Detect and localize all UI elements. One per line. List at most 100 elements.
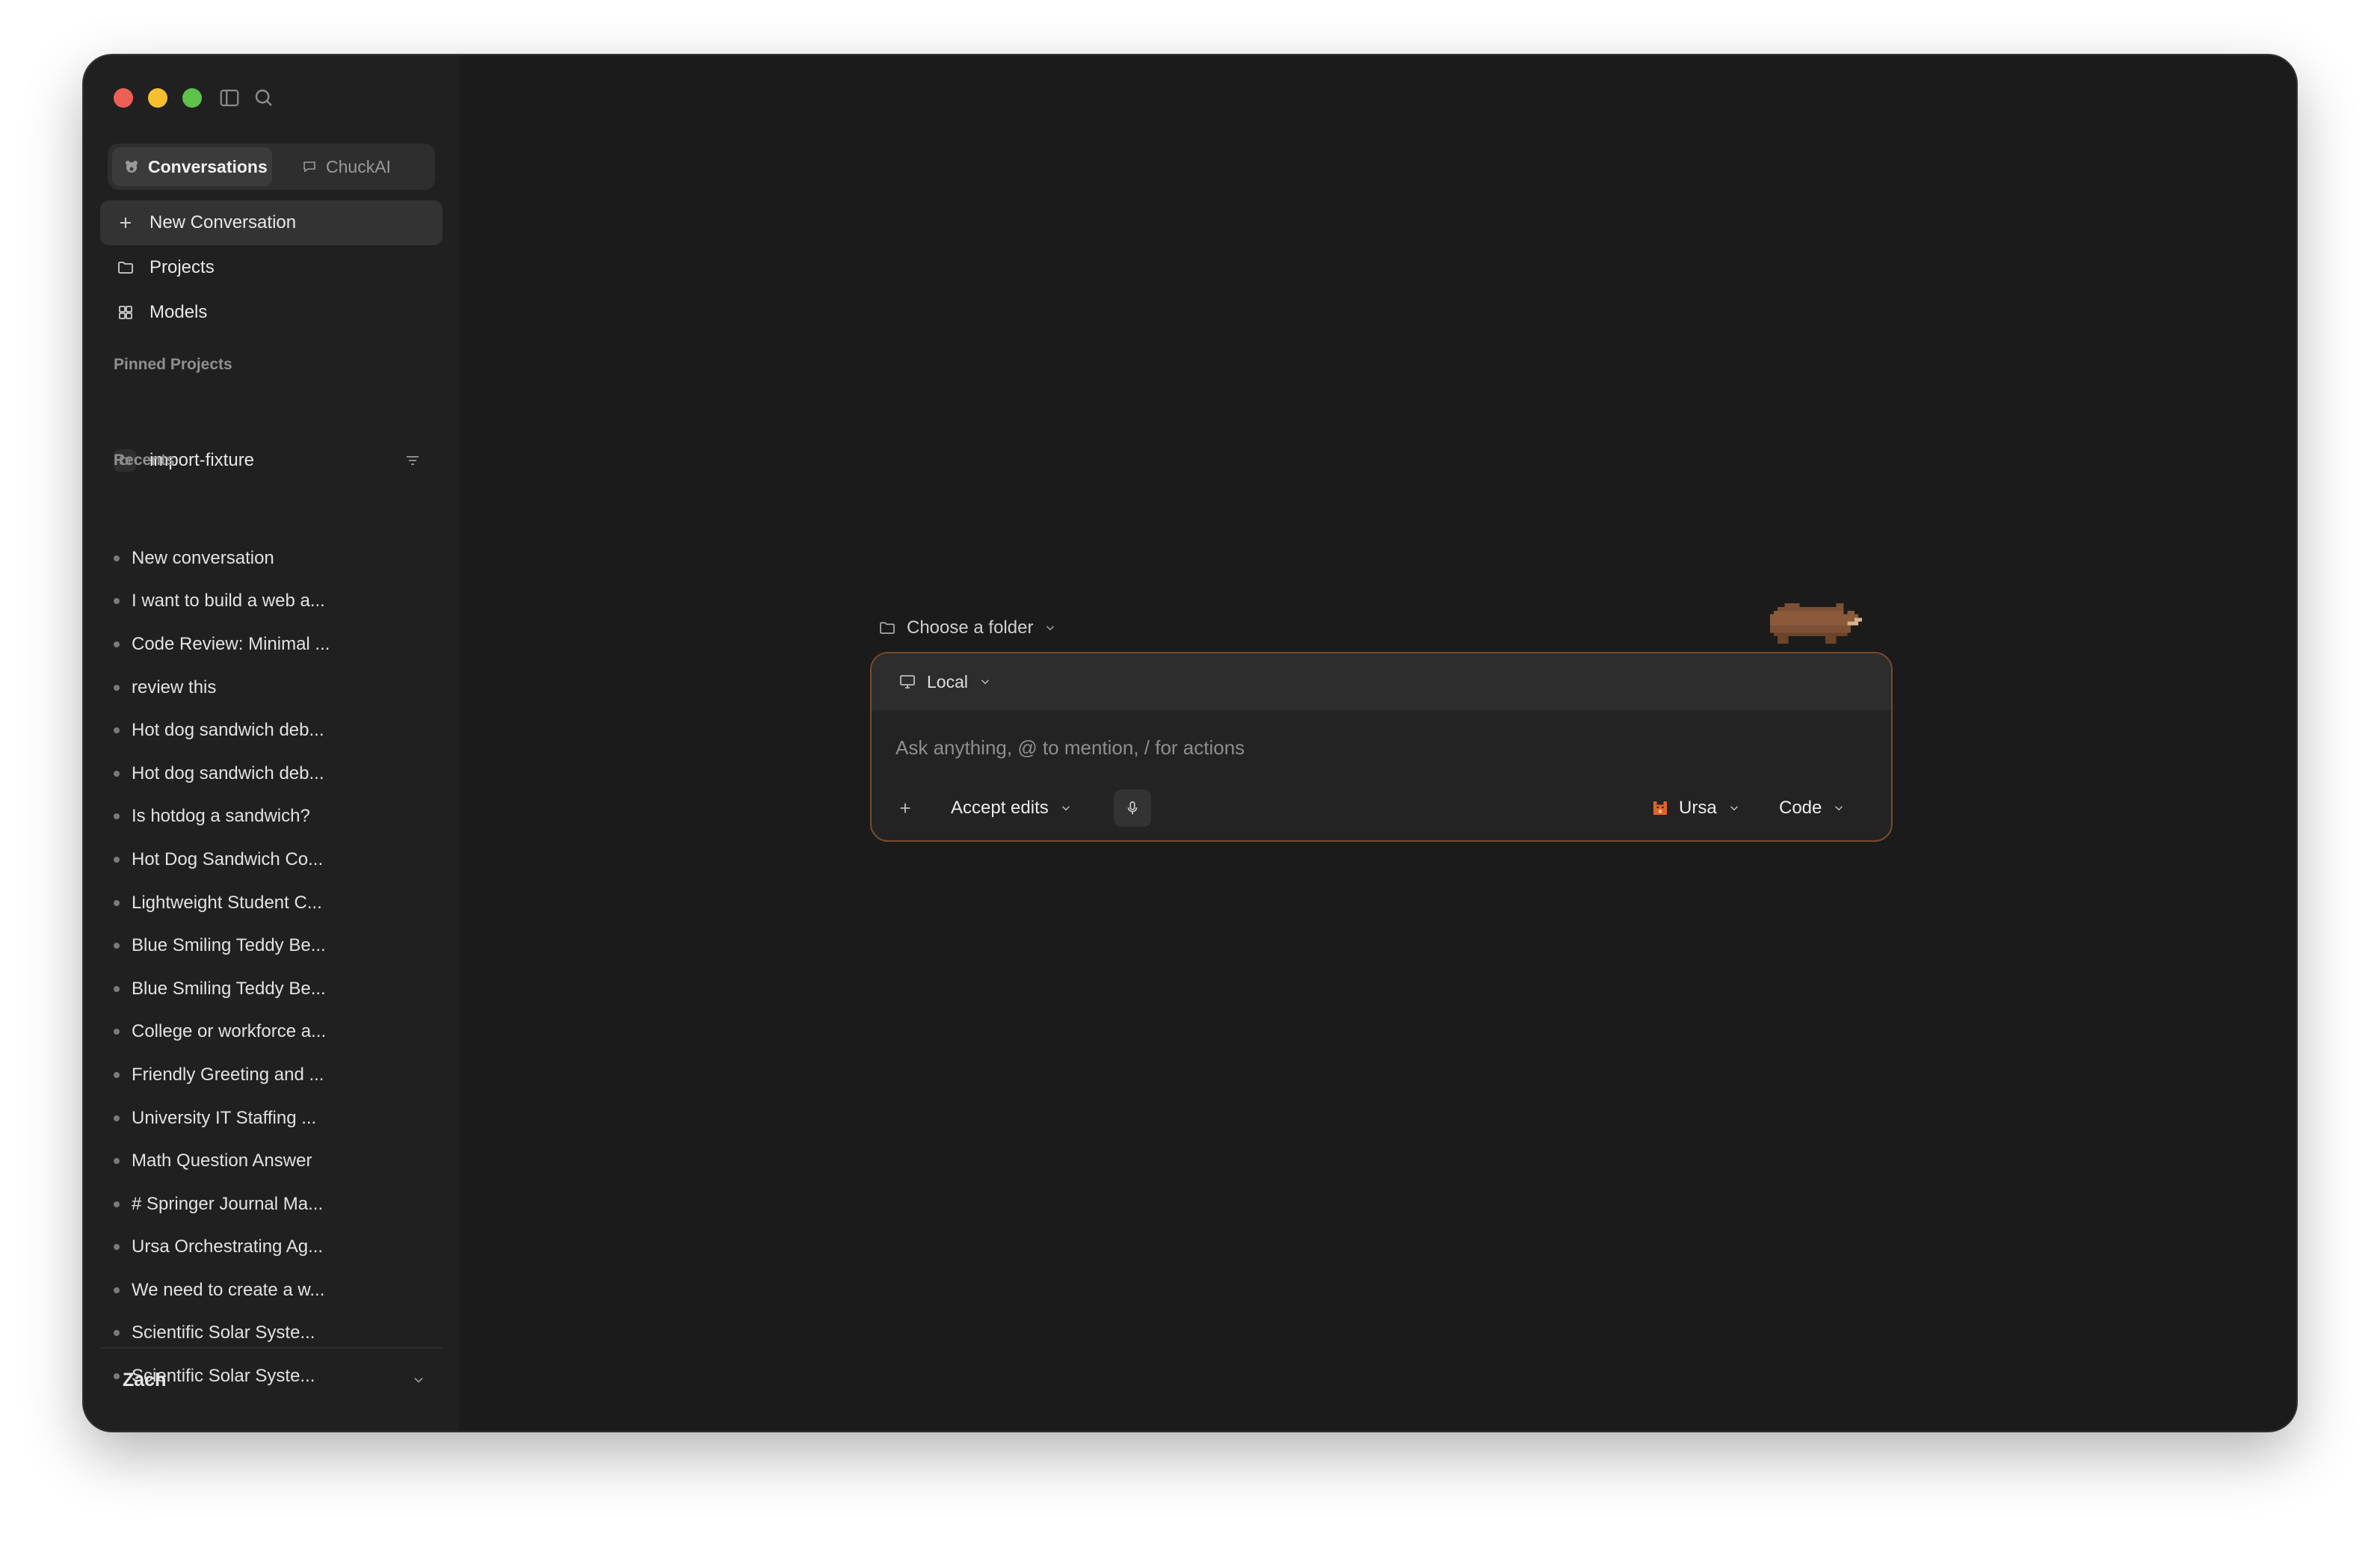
list-item[interactable]: Blue Smiling Teddy Be... bbox=[114, 967, 443, 1011]
grid-icon bbox=[119, 306, 132, 319]
recent-title: # Springer Journal Ma... bbox=[132, 1193, 324, 1214]
recent-title: New conversation bbox=[132, 547, 274, 568]
bullet-icon bbox=[114, 598, 120, 605]
list-item[interactable]: College or workforce a... bbox=[114, 1011, 443, 1054]
recent-title: We need to create a w... bbox=[132, 1279, 325, 1300]
list-item[interactable]: Code Review: Minimal ... bbox=[114, 623, 443, 666]
bullet-icon bbox=[114, 1029, 120, 1035]
chevron-down-icon bbox=[414, 1377, 423, 1383]
plus-icon bbox=[900, 803, 910, 813]
recent-title: Hot Dog Sandwich Co... bbox=[132, 849, 324, 869]
sidebar-toggle-icon[interactable] bbox=[218, 87, 241, 109]
list-item[interactable]: New conversation bbox=[114, 537, 443, 580]
tab-chuckai-label: ChuckAI bbox=[326, 156, 391, 176]
recent-title: Hot dog sandwich deb... bbox=[132, 720, 324, 741]
list-item[interactable]: Hot dog sandwich deb... bbox=[114, 752, 443, 795]
bullet-icon bbox=[114, 856, 120, 863]
minimize-window-button[interactable] bbox=[148, 88, 167, 108]
add-attachment-button[interactable] bbox=[897, 789, 913, 827]
tab-chuckai[interactable]: ChuckAI bbox=[290, 147, 425, 186]
recent-title: Blue Smiling Teddy Be... bbox=[132, 978, 326, 999]
chevron-down-icon bbox=[981, 680, 990, 685]
list-item[interactable]: Hot dog sandwich deb... bbox=[114, 709, 443, 752]
sidebar-item-models[interactable]: Models bbox=[100, 290, 443, 335]
bear-icon bbox=[126, 161, 138, 173]
folder-icon bbox=[118, 262, 133, 274]
list-item[interactable]: Is hotdog a sandwich? bbox=[114, 795, 443, 839]
recent-title: Blue Smiling Teddy Be... bbox=[132, 935, 326, 956]
user-name: Zach bbox=[123, 1369, 167, 1390]
zoom-window-button[interactable] bbox=[182, 88, 202, 108]
list-item[interactable]: Ursa Orchestrating Ag... bbox=[114, 1226, 443, 1269]
tab-conversations-label: Conversations bbox=[148, 156, 268, 176]
mode-label: Code bbox=[1779, 798, 1822, 818]
recent-title: College or workforce a... bbox=[132, 1021, 327, 1042]
environment-label: Local bbox=[927, 671, 968, 692]
bear-mascot-icon bbox=[1769, 603, 1862, 644]
list-item[interactable]: Lightweight Student C... bbox=[114, 881, 443, 925]
app-window: Conversations ChuckAI New Conversation P… bbox=[84, 55, 2296, 1431]
agent-dropdown[interactable]: Ursa bbox=[1652, 789, 1741, 827]
recent-title: Math Question Answer bbox=[132, 1151, 312, 1171]
list-item[interactable]: University IT Staffing ... bbox=[114, 1097, 443, 1140]
microphone-button[interactable] bbox=[1114, 789, 1151, 827]
chevron-down-icon bbox=[1835, 806, 1843, 811]
bullet-icon bbox=[114, 1373, 120, 1380]
sidebar-divider bbox=[100, 1347, 443, 1349]
recents-heading: Recents bbox=[114, 452, 175, 469]
bullet-icon bbox=[114, 1244, 120, 1251]
search-icon[interactable] bbox=[253, 87, 275, 109]
list-item[interactable]: Math Question Answer bbox=[114, 1139, 443, 1183]
environment-selector[interactable]: Local bbox=[872, 653, 1891, 710]
bullet-icon bbox=[114, 1071, 120, 1078]
permission-mode-dropdown[interactable]: Accept edits bbox=[951, 789, 1073, 827]
composer-panel: Local Ask anything, @ to mention, / for … bbox=[870, 652, 1893, 842]
sidebar-item-projects[interactable]: Projects bbox=[100, 245, 443, 290]
bullet-icon bbox=[114, 813, 120, 820]
bullet-icon bbox=[114, 899, 120, 906]
filter-icon[interactable] bbox=[404, 452, 422, 469]
monitor-icon bbox=[900, 675, 915, 689]
recent-title: I want to build a web a... bbox=[132, 591, 325, 612]
message-input[interactable]: Ask anything, @ to mention, / for action… bbox=[895, 731, 1792, 764]
list-item[interactable]: # Springer Journal Ma... bbox=[114, 1183, 443, 1226]
recent-title: review this bbox=[132, 677, 217, 697]
composer-toolbar: Accept edits Ursa Code bbox=[872, 789, 1891, 827]
sidebar-item-projects-label: Projects bbox=[149, 257, 215, 277]
bullet-icon bbox=[114, 1158, 120, 1165]
choose-folder-button[interactable]: Choose a folder bbox=[878, 613, 1057, 643]
bullet-icon bbox=[114, 1115, 120, 1121]
new-conversation-button[interactable]: New Conversation bbox=[100, 200, 443, 245]
plus-icon bbox=[120, 218, 131, 228]
tab-conversations[interactable]: Conversations bbox=[112, 147, 272, 186]
list-item[interactable]: We need to create a w... bbox=[114, 1269, 443, 1312]
chevron-down-icon bbox=[1061, 806, 1070, 811]
mode-dropdown[interactable]: Code bbox=[1779, 789, 1846, 827]
bullet-icon bbox=[114, 1201, 120, 1207]
pinned-projects-heading: Pinned Projects bbox=[114, 356, 232, 373]
recent-title: Is hotdog a sandwich? bbox=[132, 806, 310, 827]
list-item[interactable]: Hot Dog Sandwich Co... bbox=[114, 838, 443, 881]
choose-folder-label: Choose a folder bbox=[907, 617, 1034, 638]
permission-mode-label: Accept edits bbox=[951, 798, 1049, 818]
agent-label: Ursa bbox=[1679, 798, 1717, 818]
list-item[interactable]: review this bbox=[114, 666, 443, 709]
ursa-logo-icon bbox=[1653, 801, 1667, 815]
list-item[interactable]: Blue Smiling Teddy Be... bbox=[114, 924, 443, 967]
user-menu[interactable]: Zach bbox=[123, 1365, 426, 1395]
recent-title: Ursa Orchestrating Ag... bbox=[132, 1236, 324, 1257]
list-item[interactable]: Friendly Greeting and ... bbox=[114, 1053, 443, 1097]
recent-title: Hot dog sandwich deb... bbox=[132, 763, 324, 783]
bullet-icon bbox=[114, 1330, 120, 1337]
recent-title: Friendly Greeting and ... bbox=[132, 1064, 324, 1085]
chevron-down-icon bbox=[1730, 806, 1738, 811]
bullet-icon bbox=[114, 684, 120, 691]
close-window-button[interactable] bbox=[114, 88, 133, 108]
list-item[interactable]: I want to build a web a... bbox=[114, 580, 443, 623]
chat-bubble-icon bbox=[303, 161, 315, 173]
bullet-icon bbox=[114, 770, 120, 777]
recent-title: Code Review: Minimal ... bbox=[132, 633, 330, 654]
sidebar: Conversations ChuckAI New Conversation P… bbox=[84, 55, 459, 1431]
bullet-icon bbox=[114, 641, 120, 647]
recent-title: Lightweight Student C... bbox=[132, 892, 322, 913]
